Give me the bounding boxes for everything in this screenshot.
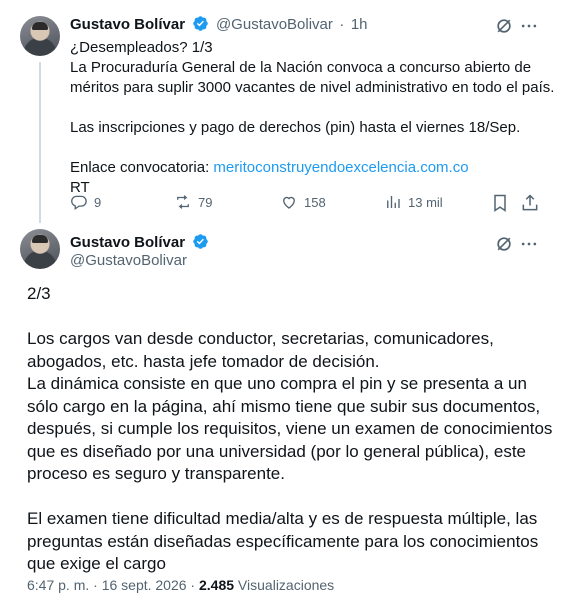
convocatoria-link[interactable]: meritoconstruyendoexcelencia.com.co bbox=[213, 159, 468, 176]
tweet-link-line: Enlace convocatoria: meritoconstruyendoe… bbox=[70, 158, 560, 178]
like-button[interactable]: 158 bbox=[280, 193, 326, 211]
repost-count: 79 bbox=[198, 194, 213, 210]
views-count: 13 mil bbox=[408, 194, 443, 210]
tweet-line: Las inscripciones y pago de derechos (pi… bbox=[70, 119, 521, 136]
repost-button[interactable]: 79 bbox=[174, 193, 212, 211]
separator-dot: · bbox=[339, 16, 345, 33]
thread-connector-line bbox=[39, 62, 41, 223]
views-button[interactable]: 13 mil bbox=[384, 193, 443, 211]
tweet-time[interactable]: 1h bbox=[351, 16, 368, 33]
tweet-paragraph: 2/3 bbox=[27, 284, 51, 303]
share-icon[interactable] bbox=[520, 193, 540, 213]
tweet-line: méritos para suplir 3000 vacantes de niv… bbox=[70, 79, 555, 96]
views-label: Visualizaciones bbox=[234, 577, 335, 593]
reply-button[interactable]: 9 bbox=[70, 193, 101, 211]
tweet-paragraph: Los cargos van desde conductor, secretar… bbox=[27, 329, 494, 371]
more-icon[interactable] bbox=[519, 16, 539, 36]
tweet-timestamp[interactable]: 6:47 p. m. · 16 sept. 2026 · bbox=[27, 577, 199, 593]
reply-icon bbox=[71, 195, 87, 211]
tweet-paragraph: La dinámica consiste en que uno compra e… bbox=[27, 374, 553, 483]
views-total: 2.485 bbox=[199, 577, 235, 593]
tweet-body: 2/3 Los cargos van desde conductor, secr… bbox=[27, 283, 557, 576]
tweet-header: Gustavo Bolívar @GustavoBolivar · 1h bbox=[70, 15, 368, 34]
tweet-paragraph: El examen tiene dificultad media/alta y … bbox=[27, 509, 539, 573]
like-count: 158 bbox=[304, 194, 326, 210]
grok-icon[interactable] bbox=[494, 234, 514, 254]
tweet-header: Gustavo Bolívar bbox=[70, 233, 209, 252]
link-prefix: Enlace convocatoria: bbox=[70, 159, 214, 176]
repost-icon bbox=[177, 195, 189, 209]
more-icon[interactable] bbox=[519, 234, 539, 254]
tweet-body: ¿Desempleados? 1/3 La Procuraduría Gener… bbox=[70, 38, 560, 198]
author-name[interactable]: Gustavo Bolívar bbox=[70, 16, 185, 33]
avatar[interactable] bbox=[20, 229, 60, 269]
tweet-line: La Procuraduría General de la Nación con… bbox=[70, 59, 532, 76]
tweet-line: ¿Desempleados? 1/3 bbox=[70, 39, 213, 56]
verified-badge-icon bbox=[192, 234, 208, 249]
tweet-meta: 6:47 p. m. · 16 sept. 2026 · 2.485 Visua… bbox=[27, 577, 334, 593]
author-name[interactable]: Gustavo Bolívar bbox=[70, 234, 185, 251]
bookmark-icon[interactable] bbox=[490, 193, 510, 213]
verified-badge-icon bbox=[192, 16, 208, 31]
avatar[interactable] bbox=[20, 16, 60, 56]
views-icon bbox=[387, 196, 400, 208]
like-icon bbox=[283, 196, 295, 209]
reply-count: 9 bbox=[94, 194, 102, 210]
author-handle[interactable]: @GustavoBolivar bbox=[70, 252, 187, 269]
author-handle[interactable]: @GustavoBolivar bbox=[216, 16, 333, 33]
grok-icon[interactable] bbox=[494, 16, 514, 36]
